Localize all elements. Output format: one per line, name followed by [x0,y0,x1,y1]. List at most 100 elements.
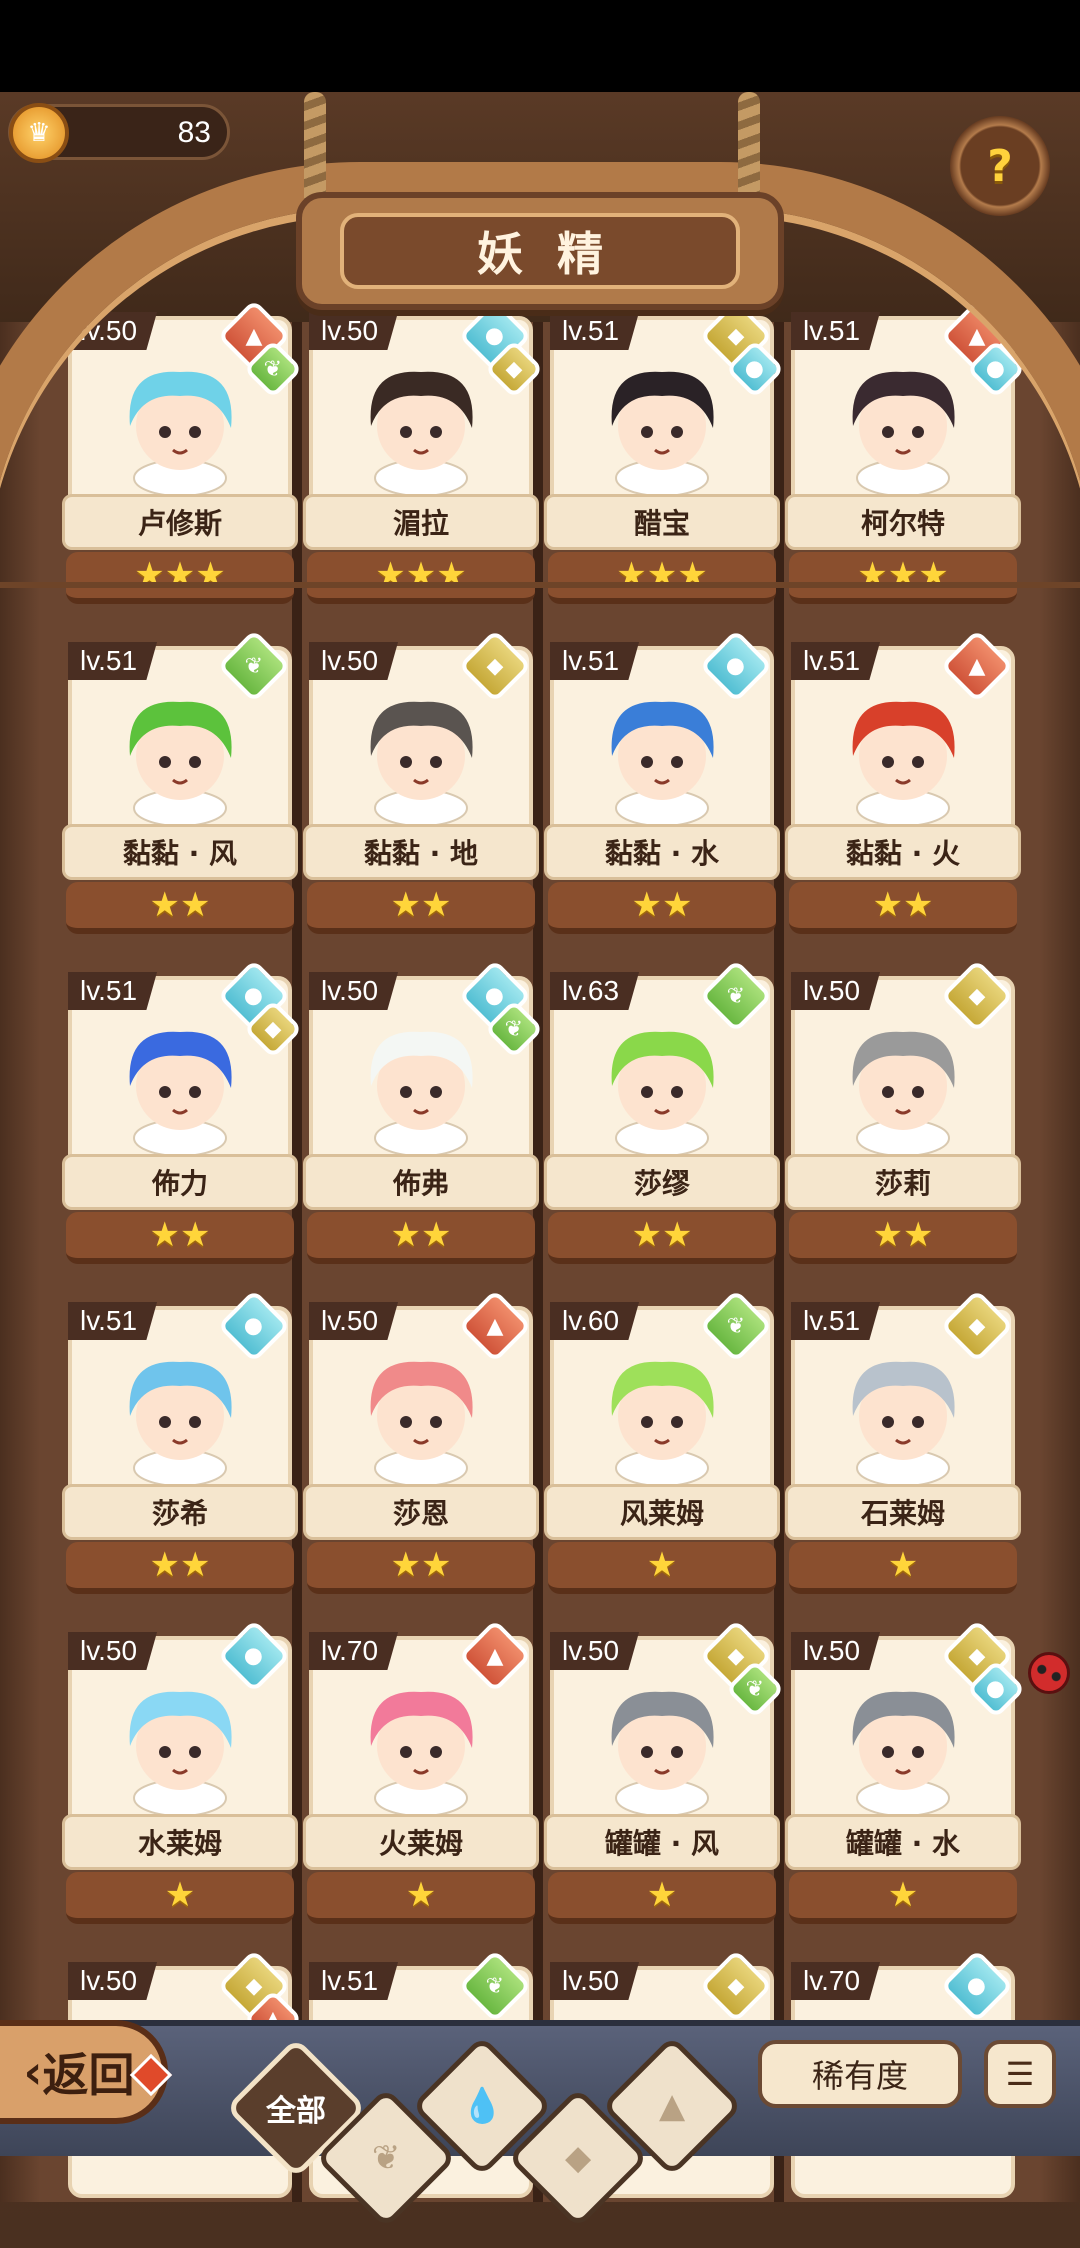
rarity-sort-button[interactable]: 稀有度 [758,2040,962,2108]
fairy-card[interactable]: lv.51 ● ◆ 佈力 ★★ [62,959,303,1272]
fairy-portrait [587,676,737,827]
fairy-portrait [105,1666,255,1817]
question-sprout-icon: ? [987,140,1013,192]
fairy-name: 莎希 [62,1484,298,1540]
star-rating: ★ [548,1872,776,1924]
star-rating: ★★ [66,882,294,934]
fairy-level: lv.50 [68,1632,158,1670]
fairy-card[interactable]: lv.60 ❦ 风莱姆 ★ [544,1289,780,1602]
fairy-level: lv.63 [550,972,640,1010]
title-sign: 妖精 [296,192,784,310]
fairy-portrait [587,1666,737,1817]
fairy-card[interactable]: lv.70 ▲ 火莱姆 ★ [303,1619,539,1932]
water-drop-icon: 💧 [460,2086,504,2126]
star-rating: ★★ [789,882,1017,934]
fairy-card[interactable]: lv.50 ◆ ● 罐罐 · 水 ★ [785,1619,1026,1932]
fairy-name: 罐罐 · 风 [544,1814,780,1870]
fairy-portrait [587,1336,737,1487]
fairy-card[interactable]: lv.51 ◆ 石莱姆 ★ [785,1289,1021,1602]
fairy-level: lv.51 [550,642,640,680]
fairy-level: lv.50 [309,972,399,1010]
sort-order-button[interactable]: ☰ [984,2040,1056,2108]
fairy-level: lv.51 [68,972,158,1010]
fairy-card[interactable]: lv.50 ● ❦ 佈弗 ★★ [303,959,544,1272]
fairy-name: 黏黏 · 地 [303,824,539,880]
fairy-portrait [346,1006,496,1157]
fairy-level: lv.50 [309,642,399,680]
fairy-card[interactable]: lv.63 ❦ 莎缪 ★★ [544,959,780,1272]
star-rating: ★★ [307,1212,535,1264]
fairy-card[interactable]: lv.51 ▲ 黏黏 · 火 ★★ [785,629,1021,942]
fairy-portrait [828,1336,978,1487]
star-rating: ★★ [307,882,535,934]
back-button[interactable]: ‹ 返回 [0,2020,173,2124]
fairy-name: 黏黏 · 风 [62,824,298,880]
star-rating: ★ [66,1872,294,1924]
fairy-name: 莎莉 [785,1154,1021,1210]
fairy-card[interactable]: lv.50 ◆ 莎莉 ★★ [785,959,1021,1272]
fairy-name: 黏黏 · 火 [785,824,1021,880]
coin-counter: ♛ 83 [8,103,230,163]
fairy-name: 莎缪 [544,1154,780,1210]
fairy-name: 佈弗 [303,1154,539,1210]
fairy-name: 水莱姆 [62,1814,298,1870]
sort-list-icon: ☰ [1005,2055,1035,2093]
fairy-card[interactable]: lv.51 ❦ 黏黏 · 风 ★★ [62,629,298,942]
fairy-name: 莎恩 [303,1484,539,1540]
fairy-level: lv.50 [550,1962,640,2000]
page-title: 妖精 [340,213,740,289]
coin-value: 83 [177,116,211,149]
fairy-card[interactable]: lv.50 ◆ ❦ 罐罐 · 风 ★ [544,1619,785,1932]
fairy-portrait [105,1006,255,1157]
star-rating: ★★ [66,1542,294,1594]
fairy-name: 黏黏 · 水 [544,824,780,880]
star-rating: ★★ [548,882,776,934]
fairy-level: lv.50 [68,1962,158,2000]
star-rating: ★★ [548,1212,776,1264]
crown-coin-icon: ♛ [9,103,69,163]
star-rating: ★★ [307,1542,535,1594]
fairy-level: lv.51 [309,1962,399,2000]
fairy-collection-screen: lv.50 ▲ ❦ 卢修斯 ★★★ lv.50 ● ◆ 湄拉 ★★★ lv.51 ◆ ● 醋宝 ★★★ lv.… [0,92,1080,2248]
fairy-portrait [828,676,978,827]
fairy-portrait [828,1006,978,1157]
back-label: 返回 [42,2048,135,2102]
leaf-icon: ❦ [371,2138,401,2178]
star-rating: ★ [548,1542,776,1594]
fairy-level: lv.70 [791,1962,881,2000]
fairy-level: lv.60 [550,1302,640,1340]
fairy-level: lv.51 [791,642,881,680]
ladybug-icon[interactable] [1028,1652,1070,1694]
help-button[interactable]: ? [950,116,1050,216]
fairy-level: lv.51 [791,1302,881,1340]
back-chevron-icon: ‹ [23,2045,43,2099]
fairy-portrait [346,1336,496,1487]
fairy-name: 风莱姆 [544,1484,780,1540]
star-rating: ★★ [789,1212,1017,1264]
fairy-cabinet: lv.50 ▲ ❦ 卢修斯 ★★★ lv.50 ● ◆ 湄拉 ★★★ lv.51 ◆ ● 醋宝 ★★★ lv.… [0,299,1080,2202]
fairy-name: 佈力 [62,1154,298,1210]
fairy-card[interactable]: lv.50 ▲ 莎恩 ★★ [303,1289,539,1602]
fairy-level: lv.50 [791,972,881,1010]
fairy-card[interactable]: lv.51 ● 莎希 ★★ [62,1289,298,1602]
fairy-card[interactable]: lv.50 ◆ 黏黏 · 地 ★★ [303,629,539,942]
mountain-fire-icon: ▲ [658,2086,686,2126]
fairy-card[interactable]: lv.50 ● 水莱姆 ★ [62,1619,298,1932]
star-rating: ★ [307,1872,535,1924]
fairy-portrait [346,1666,496,1817]
fairy-name: 石莱姆 [785,1484,1021,1540]
fairy-level: lv.50 [309,1302,399,1340]
star-rating: ★ [789,1872,1017,1924]
fairy-portrait [346,676,496,827]
fairy-name: 罐罐 · 水 [785,1814,1021,1870]
fairy-card[interactable]: lv.51 ● 黏黏 · 水 ★★ [544,629,780,942]
fairy-level: lv.51 [68,642,158,680]
fairy-level: lv.50 [550,1632,640,1670]
fairy-portrait [587,1006,737,1157]
fairy-portrait [105,676,255,827]
fairy-level: lv.50 [791,1632,881,1670]
star-rating: ★ [789,1542,1017,1594]
fairy-level: lv.51 [68,1302,158,1340]
fairy-name: 火莱姆 [303,1814,539,1870]
fairy-portrait [105,1336,255,1487]
